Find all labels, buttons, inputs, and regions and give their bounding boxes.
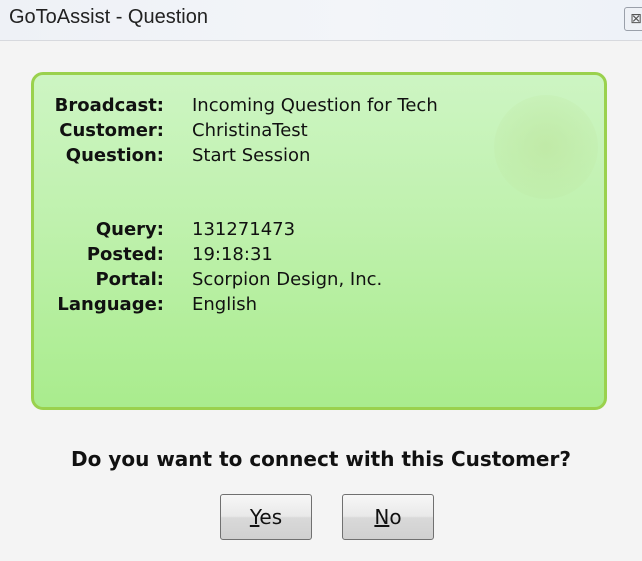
detail-value: Incoming Question for Tech <box>192 95 438 116</box>
detail-label: Posted: <box>86 244 164 265</box>
detail-label: Question: <box>65 145 164 166</box>
detail-label: Query: <box>95 219 164 240</box>
detail-label: Broadcast: <box>54 95 164 116</box>
detail-value: Scorpion Design, Inc. <box>192 269 383 290</box>
yes-label-rest: es <box>259 505 283 529</box>
detail-value: 19:18:31 <box>192 244 273 265</box>
detail-row-customer: Customer: ChristinaTest <box>34 118 604 144</box>
no-label-rest: o <box>389 505 402 529</box>
detail-row-broadcast: Broadcast: Incoming Question for Tech <box>34 93 604 119</box>
no-mnemonic: N <box>374 505 390 529</box>
detail-value: Start Session <box>192 145 311 166</box>
close-button[interactable]: ⊠ <box>624 7 642 31</box>
close-icon: ⊠ <box>630 11 642 27</box>
detail-label: Language: <box>57 294 164 315</box>
detail-row-query: Query: 131271473 <box>34 217 604 243</box>
yes-mnemonic: Y <box>249 505 260 529</box>
detail-value: English <box>192 294 257 315</box>
yes-button[interactable]: Yes <box>220 494 312 540</box>
detail-row-language: Language: English <box>34 292 604 318</box>
detail-row-posted: Posted: 19:18:31 <box>34 242 604 268</box>
detail-row-question: Question: Start Session <box>34 143 604 169</box>
detail-label: Customer: <box>59 120 164 141</box>
detail-row-portal: Portal: Scorpion Design, Inc. <box>34 267 604 293</box>
detail-value: ChristinaTest <box>192 120 308 141</box>
no-button[interactable]: No <box>342 494 434 540</box>
title-bar[interactable]: GoToAssist - Question ⊠ <box>0 0 642 41</box>
window-title: GoToAssist - Question <box>9 6 208 28</box>
question-info-panel: Broadcast: Incoming Question for Tech Cu… <box>31 72 607 410</box>
question-dialog: GoToAssist - Question ⊠ Broadcast: Incom… <box>0 0 642 561</box>
connect-prompt: Do you want to connect with this Custome… <box>71 447 571 471</box>
detail-label: Portal: <box>95 269 164 290</box>
detail-value: 131271473 <box>192 219 296 240</box>
